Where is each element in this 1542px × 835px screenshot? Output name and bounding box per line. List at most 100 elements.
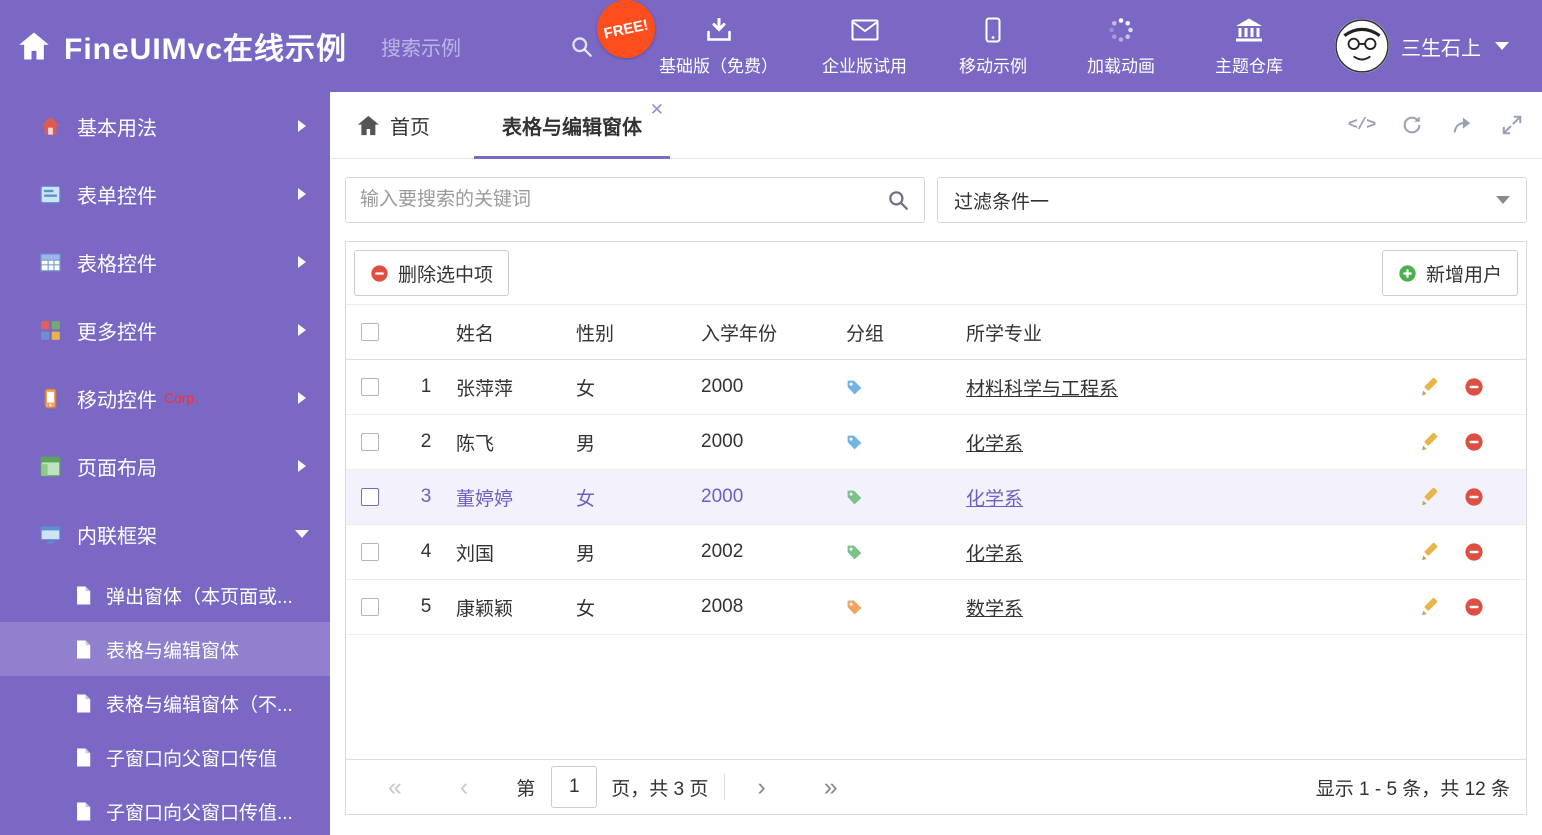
sidebar-item-iframe[interactable]: 内联框架 — [0, 500, 330, 568]
delete-icon[interactable] — [1464, 377, 1484, 397]
sidebar-subitem-child-to-parent[interactable]: 子窗口向父窗口传值 — [0, 730, 330, 784]
tag-icon — [846, 379, 863, 396]
major-link[interactable]: 材料科学与工程系 — [966, 379, 1118, 400]
nav-enterprise-trial[interactable]: 企业版试用 — [822, 16, 907, 77]
column-year: 入学年份 — [701, 323, 778, 345]
table-empty-area — [346, 635, 1526, 759]
user-name: 三生石上 — [1401, 37, 1482, 60]
menu-form-icon — [40, 184, 61, 205]
row-index: 2 — [420, 431, 432, 452]
cell-name: 张萍萍 — [456, 378, 514, 400]
last-page-button[interactable]: » — [824, 774, 838, 800]
source-code-icon[interactable]: </> — [1348, 113, 1377, 138]
sidebar-item-label: 基本用法 — [77, 117, 157, 140]
sidebar-item-page-layout[interactable]: 页面布局 — [0, 432, 330, 500]
file-icon — [76, 640, 92, 659]
next-page-button[interactable]: › — [757, 774, 765, 800]
keyword-search-input[interactable] — [346, 189, 872, 211]
major-link[interactable]: 化学系 — [966, 544, 1023, 565]
sidebar-item-basic-usage[interactable]: 基本用法 — [0, 92, 330, 160]
chevron-down-icon — [1495, 42, 1510, 50]
table-row[interactable]: 3 董婷婷 女 2000 化学系 — [346, 470, 1526, 525]
sidebar-item-label: 移动控件 — [77, 389, 157, 412]
sidebar-subitem-child-to-parent-2[interactable]: 子窗口向父窗口传值... — [0, 784, 330, 835]
sidebar-subitem-popup-window[interactable]: 弹出窗体（本页面或... — [0, 568, 330, 622]
sidebar-item-grid-controls[interactable]: 表格控件 — [0, 228, 330, 296]
table-row[interactable]: 5 康颖颖 女 2008 数学系 — [346, 580, 1526, 635]
tab-grid-edit-window[interactable]: 表格与编辑窗体 ✕ — [474, 92, 670, 159]
nav-label: 主题仓库 — [1215, 56, 1284, 76]
sidebar-item-more-controls[interactable]: 更多控件 — [0, 296, 330, 364]
delete-selected-button[interactable]: 删除选中项 — [354, 250, 510, 296]
add-user-button[interactable]: 新增用户 — [1381, 250, 1518, 296]
menu-frame-icon — [40, 524, 61, 545]
major-link[interactable]: 化学系 — [966, 434, 1023, 455]
row-checkbox[interactable] — [361, 378, 379, 396]
search-button[interactable] — [872, 189, 924, 211]
header-search-placeholder: 搜索示例 — [381, 37, 462, 60]
search-icon — [889, 191, 908, 210]
edit-icon[interactable] — [1420, 487, 1440, 507]
sidebar-item-form-controls[interactable]: 表单控件 — [0, 160, 330, 228]
major-link[interactable]: 化学系 — [966, 489, 1023, 510]
close-icon[interactable]: ✕ — [650, 101, 664, 118]
sidebar-subitem-label: 表格与编辑窗体 — [106, 640, 240, 662]
nav-mobile-demo[interactable]: 移动示例 — [951, 16, 1035, 77]
cell-gender: 女 — [576, 378, 596, 400]
cell-gender: 男 — [576, 543, 596, 565]
major-link[interactable]: 数学系 — [966, 599, 1023, 620]
row-index: 5 — [420, 596, 432, 617]
refresh-icon[interactable] — [1399, 113, 1424, 138]
row-checkbox[interactable] — [361, 433, 379, 451]
share-icon[interactable] — [1449, 113, 1474, 138]
user-menu[interactable]: 三生石上 — [1335, 19, 1510, 73]
edit-icon[interactable] — [1420, 597, 1440, 617]
sidebar-subitem-grid-edit-window[interactable]: 表格与编辑窗体 — [0, 622, 330, 676]
edit-icon[interactable] — [1420, 542, 1440, 562]
row-checkbox[interactable] — [361, 488, 379, 506]
prev-page-button[interactable]: ‹ — [460, 774, 468, 800]
spinner-icon — [1108, 16, 1134, 44]
plus-circle-icon — [1399, 264, 1416, 282]
free-badge: FREE! — [591, 0, 661, 63]
row-checkbox[interactable] — [361, 543, 379, 561]
edit-icon[interactable] — [1420, 432, 1440, 452]
pager-divider — [724, 774, 726, 800]
sidebar-item-label: 页面布局 — [77, 457, 157, 480]
column-major: 所学专业 — [966, 323, 1043, 345]
page-label-suffix: 页，共 3 页 — [611, 778, 709, 800]
menu-home-icon — [40, 116, 61, 137]
delete-icon[interactable] — [1464, 597, 1484, 617]
table-row[interactable]: 2 陈飞 男 2000 化学系 — [346, 415, 1526, 470]
cell-gender: 女 — [576, 598, 596, 620]
delete-icon[interactable] — [1464, 487, 1484, 507]
nav-basic-edition[interactable]: FREE! 基础版（免费） — [591, 0, 778, 77]
tab-home[interactable]: 首页 — [345, 92, 442, 158]
table-header: 姓名 性别 入学年份 分组 所学专业 — [346, 305, 1526, 360]
nav-theme-repo[interactable]: 主题仓库 — [1207, 16, 1291, 77]
sidebar-item-mobile-controls[interactable]: 移动控件 Corp. — [0, 364, 330, 432]
header-search[interactable]: 搜索示例 — [381, 32, 593, 61]
nav-loading-animation[interactable]: 加载动画 — [1079, 16, 1163, 77]
column-gender: 性别 — [576, 323, 615, 345]
home-icon[interactable] — [18, 31, 50, 61]
table-row[interactable]: 1 张萍萍 女 2000 材料科学与工程系 — [346, 360, 1526, 415]
delete-icon[interactable] — [1464, 432, 1484, 452]
search-icon — [572, 36, 592, 57]
row-checkbox[interactable] — [361, 598, 379, 616]
chevron-right-icon — [298, 120, 306, 132]
file-icon — [76, 748, 92, 767]
record-summary: 显示 1 - 5 条，共 12 条 — [1315, 778, 1510, 800]
expand-icon[interactable] — [1499, 113, 1524, 138]
table-row[interactable]: 4 刘国 男 2002 化学系 — [346, 525, 1526, 580]
select-all-checkbox[interactable] — [361, 323, 379, 341]
delete-icon[interactable] — [1464, 542, 1484, 562]
edit-icon[interactable] — [1420, 377, 1440, 397]
sidebar-subitem-grid-edit-window-2[interactable]: 表格与编辑窗体（不... — [0, 676, 330, 730]
page-number-input[interactable] — [551, 766, 598, 808]
sidebar-subitem-label: 表格与编辑窗体（不... — [106, 694, 293, 716]
column-name: 姓名 — [456, 323, 495, 345]
filter-dropdown[interactable]: 过滤条件一 — [937, 177, 1527, 223]
first-page-button[interactable]: « — [388, 774, 402, 800]
minus-circle-icon — [371, 264, 388, 282]
